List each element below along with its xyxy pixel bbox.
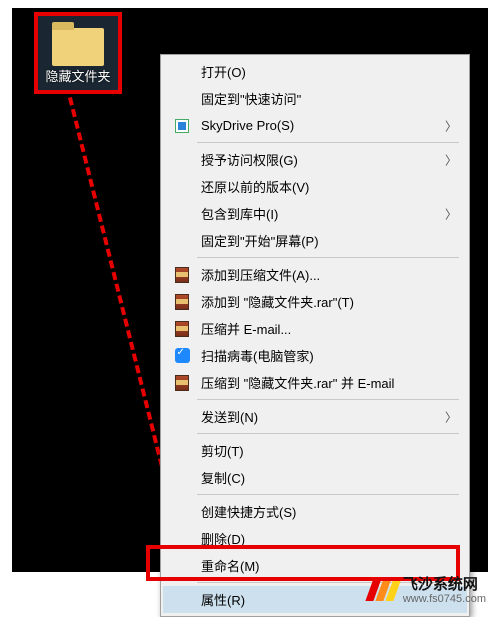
- menu-label: 发送到(N): [201, 407, 258, 426]
- menu-label: SkyDrive Pro(S): [201, 118, 294, 133]
- menu-item-copy[interactable]: 复制(C): [163, 464, 467, 491]
- chevron-right-icon: 〉: [445, 205, 457, 222]
- menu-label: 授予访问权限(G): [201, 150, 298, 169]
- menu-label: 固定到"快速访问": [201, 89, 301, 108]
- chevron-right-icon: 〉: [445, 117, 457, 134]
- menu-item-include-library[interactable]: 包含到库中(I) 〉: [163, 200, 467, 227]
- menu-item-grant-access[interactable]: 授予访问权限(G) 〉: [163, 146, 467, 173]
- menu-label: 扫描病毒(电脑管家): [201, 346, 314, 365]
- rar-icon: [173, 293, 191, 311]
- folder-icon[interactable]: [52, 28, 104, 66]
- skydrive-icon: [173, 117, 191, 135]
- menu-item-create-shortcut[interactable]: 创建快捷方式(S): [163, 498, 467, 525]
- menu-separator: [197, 399, 459, 400]
- rar-icon: [173, 374, 191, 392]
- folder-label: 隐藏文件夹: [45, 70, 110, 83]
- menu-item-add-archive[interactable]: 添加到压缩文件(A)...: [163, 261, 467, 288]
- desktop-dark-area: 隐藏文件夹 打开(O) 固定到"快速访问" SkyDrive Pro(S) 〉 …: [12, 8, 488, 572]
- menu-label: 还原以前的版本(V): [201, 177, 309, 196]
- scan-icon: [173, 347, 191, 365]
- menu-label: 添加到压缩文件(A)...: [201, 265, 320, 284]
- menu-item-delete[interactable]: 删除(D): [163, 525, 467, 552]
- menu-label: 重命名(M): [201, 556, 260, 575]
- menu-label: 打开(O): [201, 62, 246, 81]
- menu-item-zip-rar-email[interactable]: 压缩到 "隐藏文件夹.rar" 并 E-mail: [163, 369, 467, 396]
- menu-item-pin-quick-access[interactable]: 固定到"快速访问": [163, 85, 467, 112]
- menu-label: 删除(D): [201, 529, 245, 548]
- menu-label: 创建快捷方式(S): [201, 502, 296, 521]
- menu-label: 复制(C): [201, 468, 245, 487]
- rar-icon: [173, 320, 191, 338]
- watermark-title: 飞沙系统网: [403, 576, 486, 593]
- menu-item-open[interactable]: 打开(O): [163, 58, 467, 85]
- menu-separator: [197, 257, 459, 258]
- desktop-folder-highlight: 隐藏文件夹: [34, 12, 122, 94]
- menu-label: 剪切(T): [201, 441, 244, 460]
- menu-item-add-to-rar[interactable]: 添加到 "隐藏文件夹.rar"(T): [163, 288, 467, 315]
- menu-separator: [197, 433, 459, 434]
- menu-label: 固定到"开始"屏幕(P): [201, 231, 319, 250]
- menu-item-restore-versions[interactable]: 还原以前的版本(V): [163, 173, 467, 200]
- watermark-logo-icon: [369, 581, 397, 601]
- rar-icon: [173, 266, 191, 284]
- menu-item-zip-email[interactable]: 压缩并 E-mail...: [163, 315, 467, 342]
- menu-item-cut[interactable]: 剪切(T): [163, 437, 467, 464]
- context-menu: 打开(O) 固定到"快速访问" SkyDrive Pro(S) 〉 授予访问权限…: [160, 54, 470, 617]
- menu-item-skydrive-pro[interactable]: SkyDrive Pro(S) 〉: [163, 112, 467, 139]
- chevron-right-icon: 〉: [445, 408, 457, 425]
- menu-separator: [197, 142, 459, 143]
- watermark: 飞沙系统网 www.fs0745.com: [369, 576, 486, 606]
- menu-item-scan-virus[interactable]: 扫描病毒(电脑管家): [163, 342, 467, 369]
- menu-item-pin-start[interactable]: 固定到"开始"屏幕(P): [163, 227, 467, 254]
- chevron-right-icon: 〉: [445, 151, 457, 168]
- menu-separator: [197, 494, 459, 495]
- menu-label: 包含到库中(I): [201, 204, 278, 223]
- menu-label: 属性(R): [201, 590, 245, 609]
- menu-item-send-to[interactable]: 发送到(N) 〉: [163, 403, 467, 430]
- watermark-url: www.fs0745.com: [403, 593, 486, 606]
- menu-label: 压缩并 E-mail...: [201, 319, 291, 338]
- menu-item-rename[interactable]: 重命名(M): [163, 552, 467, 579]
- menu-label: 压缩到 "隐藏文件夹.rar" 并 E-mail: [201, 373, 394, 392]
- menu-label: 添加到 "隐藏文件夹.rar"(T): [201, 292, 354, 311]
